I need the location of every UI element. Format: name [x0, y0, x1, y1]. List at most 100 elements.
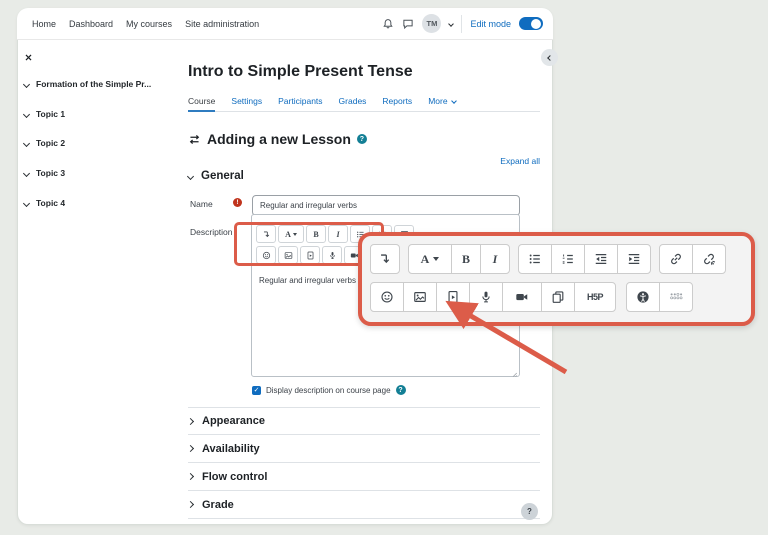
form-heading-row: Adding a new Lesson — [188, 131, 367, 147]
bulleted-list-icon — [518, 244, 552, 274]
section-availability-header[interactable]: Availability — [188, 435, 540, 463]
required-icon — [233, 198, 242, 207]
manage-files-icon — [541, 282, 575, 312]
floating-help-button[interactable] — [521, 503, 538, 520]
section-label: Flow control — [202, 471, 267, 483]
font-style-icon[interactable]: A — [278, 225, 304, 243]
help-icon[interactable] — [357, 134, 367, 144]
sidebar-item-label: Topic 3 — [36, 168, 65, 178]
annotation-zoomed-toolbar: A B I H5P — [358, 232, 755, 326]
user-menu-chevron-icon[interactable] — [449, 21, 455, 27]
course-tabs: Course Settings Participants Grades Repo… — [188, 96, 540, 112]
sidebar-item-topic-2[interactable]: Topic 2 — [24, 138, 164, 148]
name-field-label: Name — [190, 199, 213, 209]
bold-icon[interactable]: B — [306, 225, 326, 243]
form-heading: Adding a new Lesson — [207, 131, 351, 147]
nav-my-courses[interactable]: My courses — [126, 19, 172, 29]
sidebar-item-topic-3[interactable]: Topic 3 — [24, 168, 164, 178]
bold-label: B — [313, 230, 318, 239]
numbered-list-icon — [551, 244, 585, 274]
h5p-icon: H5P — [574, 282, 616, 312]
record-audio-icon — [469, 282, 503, 312]
top-navbar: Home Dashboard My courses Site administr… — [17, 8, 553, 40]
sidebar-item-label: Formation of the Simple Pr... — [36, 79, 151, 89]
close-drawer-icon[interactable] — [24, 49, 33, 67]
chevron-down-icon — [23, 139, 30, 146]
section-label: Availability — [202, 443, 260, 455]
edit-mode-toggle[interactable] — [519, 17, 543, 30]
nav-site-administration[interactable]: Site administration — [185, 19, 259, 29]
tab-more-label: More — [428, 96, 447, 106]
italic-icon: I — [480, 244, 510, 274]
tab-grades[interactable]: Grades — [339, 96, 367, 106]
section-expand-icon — [187, 417, 194, 424]
expand-all-link[interactable]: Expand all — [188, 156, 540, 166]
section-flow-control-header[interactable]: Flow control — [188, 463, 540, 491]
sidebar-item-label: Topic 2 — [36, 138, 65, 148]
section-appearance-header[interactable]: Appearance — [188, 407, 540, 435]
bold-icon: B — [451, 244, 481, 274]
display-description-row: Display description on course page — [252, 385, 406, 395]
tab-participants[interactable]: Participants — [278, 96, 322, 106]
tab-course[interactable]: Course — [188, 96, 215, 106]
tab-reports[interactable]: Reports — [382, 96, 412, 106]
record-audio-icon[interactable] — [322, 246, 342, 264]
image-icon — [403, 282, 437, 312]
media-icon — [436, 282, 470, 312]
collapsed-sections: Appearance Availability Flow control Gra… — [188, 407, 540, 519]
section-grade-header[interactable]: Grade — [188, 491, 540, 519]
bold-label: B — [462, 252, 470, 267]
accessibility-checker-icon — [626, 282, 660, 312]
chevron-down-icon — [23, 199, 30, 206]
chevron-down-icon — [293, 233, 297, 236]
chevron-down-icon — [433, 257, 439, 261]
font-style-icon: A — [408, 244, 452, 274]
tab-more[interactable]: More — [428, 96, 455, 106]
topbar-divider — [461, 15, 462, 33]
font-button-label: A — [421, 252, 430, 267]
chevron-down-icon — [451, 98, 457, 104]
chevron-down-icon — [23, 80, 30, 87]
edit-mode-label[interactable]: Edit mode — [470, 19, 511, 29]
emoticon-icon — [370, 282, 404, 312]
primary-nav: Home Dashboard My courses Site administr… — [32, 19, 259, 29]
sidebar-item-label: Topic 1 — [36, 109, 65, 119]
sidebar-item-topic-1[interactable]: Topic 1 — [24, 109, 164, 119]
section-expand-icon — [187, 473, 194, 480]
italic-icon[interactable]: I — [328, 225, 348, 243]
link-icon — [659, 244, 693, 274]
section-expand-icon — [187, 501, 194, 508]
italic-label: I — [493, 252, 498, 267]
avatar[interactable]: TM — [422, 14, 441, 33]
name-input[interactable] — [252, 195, 520, 216]
help-icon[interactable] — [396, 385, 406, 395]
resize-handle-icon[interactable] — [508, 365, 518, 383]
chat-icon[interactable] — [402, 18, 414, 30]
record-video-icon — [502, 282, 542, 312]
h5p-label: H5P — [587, 292, 603, 302]
nav-dashboard[interactable]: Dashboard — [69, 19, 113, 29]
section-general-header[interactable]: General — [188, 170, 244, 182]
expand-toolbar-arrow-icon — [370, 244, 400, 274]
sidebar-item-topic-4[interactable]: Topic 4 — [24, 198, 164, 208]
chevron-down-icon — [23, 110, 30, 117]
tab-settings[interactable]: Settings — [231, 96, 262, 106]
media-icon[interactable] — [300, 246, 320, 264]
bell-icon[interactable] — [382, 18, 394, 30]
emoticon-icon[interactable] — [256, 246, 276, 264]
screenreader-helper-icon — [659, 282, 693, 312]
section-collapse-icon — [187, 172, 194, 179]
sidebar-item-formation[interactable]: Formation of the Simple Pr... — [24, 79, 164, 89]
chevron-left-icon — [547, 55, 553, 61]
unlink-icon — [692, 244, 726, 274]
image-icon[interactable] — [278, 246, 298, 264]
section-general-label: General — [201, 170, 244, 182]
expand-toolbar-arrow-icon[interactable] — [256, 225, 276, 243]
sidebar-item-label: Topic 4 — [36, 198, 65, 208]
section-expand-icon — [187, 445, 194, 452]
font-button-label: A — [285, 230, 291, 239]
chevron-down-icon — [23, 169, 30, 176]
nav-home[interactable]: Home — [32, 19, 56, 29]
collapse-block-drawer-button[interactable] — [541, 49, 558, 66]
display-description-checkbox[interactable] — [252, 386, 261, 395]
